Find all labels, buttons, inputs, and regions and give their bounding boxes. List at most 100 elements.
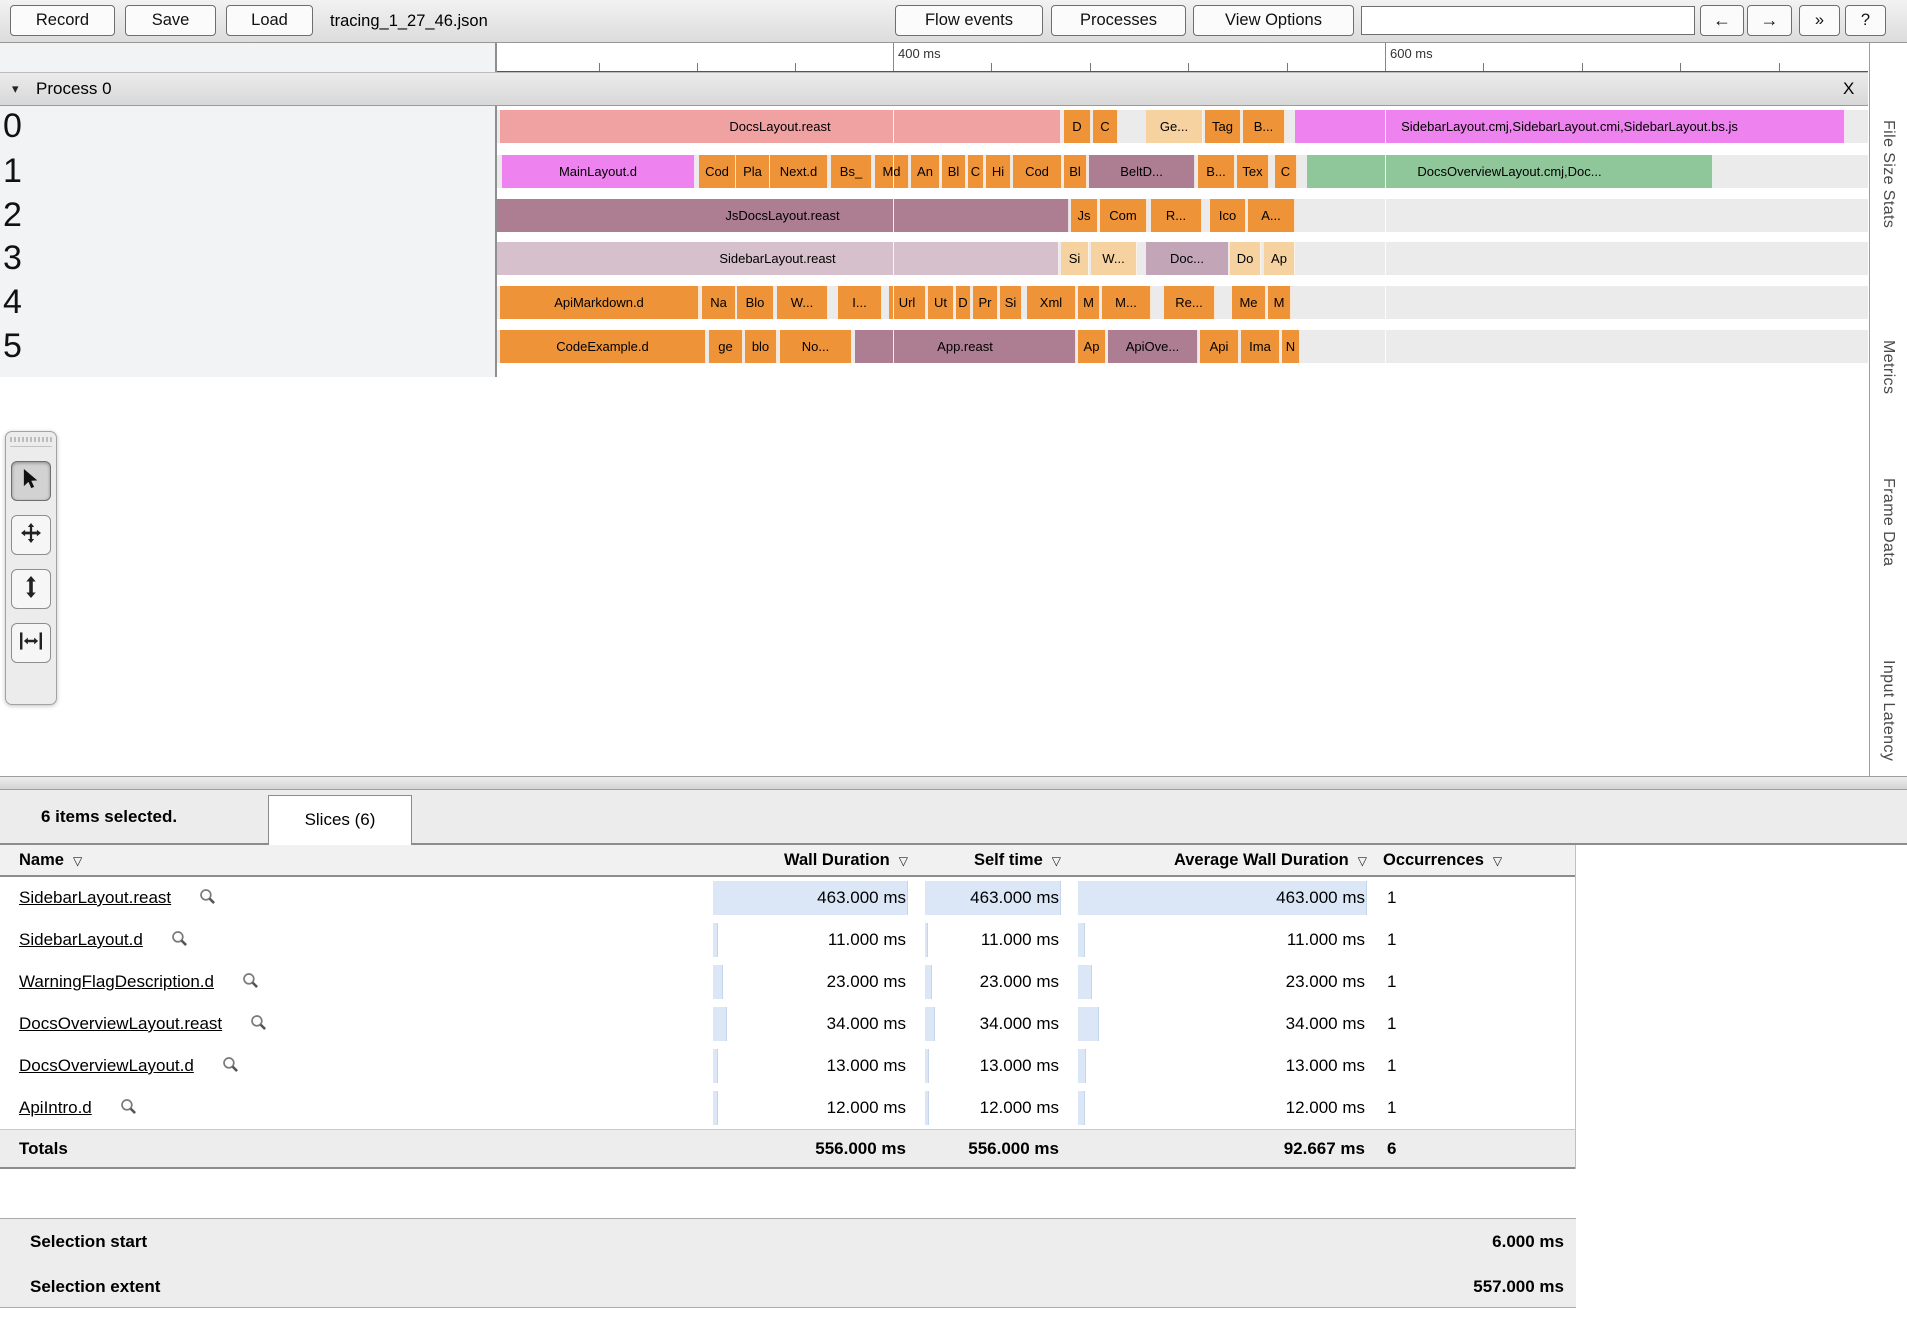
sort-icon[interactable]: ▽ bbox=[1358, 854, 1367, 868]
trace-slice[interactable]: Ima bbox=[1241, 330, 1280, 363]
sidebar-tab-metrics[interactable]: Metrics bbox=[1879, 340, 1897, 394]
trace-slice[interactable]: Xml bbox=[1027, 286, 1076, 319]
zoom-tool-button[interactable] bbox=[11, 569, 51, 609]
load-button[interactable]: Load bbox=[226, 5, 313, 36]
trace-slice[interactable]: B... bbox=[1198, 155, 1235, 188]
trace-slice[interactable]: D bbox=[1064, 110, 1091, 143]
timing-tool-button[interactable] bbox=[11, 623, 51, 663]
trace-slice[interactable]: Md bbox=[875, 155, 909, 188]
trace-slice[interactable]: Na bbox=[702, 286, 736, 319]
trace-slice[interactable]: Do bbox=[1230, 242, 1261, 275]
trace-slice[interactable]: C bbox=[968, 155, 984, 188]
find-next-button[interactable]: → bbox=[1747, 5, 1792, 36]
slice-name-link[interactable]: DocsOverviewLayout.d bbox=[19, 1056, 194, 1075]
magnifier-icon[interactable] bbox=[171, 921, 188, 963]
trace-slice[interactable]: I... bbox=[838, 286, 882, 319]
slice-name-link[interactable]: ApiIntro.d bbox=[19, 1098, 92, 1117]
trace-slice[interactable]: ge bbox=[709, 330, 743, 363]
trace-slice[interactable]: Blo bbox=[737, 286, 774, 319]
trace-slice[interactable]: Me bbox=[1232, 286, 1266, 319]
column-header-wall-duration[interactable]: Wall Duration ▽ bbox=[713, 845, 908, 876]
flow-events-button[interactable]: Flow events bbox=[895, 5, 1043, 36]
trace-slice[interactable]: W... bbox=[1091, 242, 1137, 275]
record-button[interactable]: Record bbox=[10, 5, 115, 36]
selection-tool-button[interactable] bbox=[11, 461, 51, 501]
trace-slice[interactable]: Re... bbox=[1164, 286, 1215, 319]
close-process-button[interactable]: X bbox=[1843, 73, 1854, 105]
trace-slice[interactable]: Bl bbox=[942, 155, 966, 188]
column-header-average-wall-duration[interactable]: Average Wall Duration ▽ bbox=[1078, 845, 1367, 876]
magnifier-icon[interactable] bbox=[250, 1005, 267, 1047]
trace-slice[interactable]: DocsOverviewLayout.cmj,Doc... bbox=[1307, 155, 1713, 188]
panel-splitter[interactable] bbox=[0, 776, 1907, 790]
sidebar-tab-file-size-stats[interactable]: File Size Stats bbox=[1879, 120, 1897, 228]
magnifier-icon[interactable] bbox=[242, 963, 259, 1005]
trace-slice[interactable]: Si bbox=[1061, 242, 1089, 275]
trace-slice[interactable]: Api bbox=[1200, 330, 1239, 363]
sort-icon[interactable]: ▽ bbox=[1493, 854, 1502, 868]
search-input[interactable] bbox=[1361, 6, 1695, 35]
slice-name-link[interactable]: SidebarLayout.d bbox=[19, 930, 143, 949]
trace-slice[interactable]: Url bbox=[889, 286, 926, 319]
trace-slice[interactable]: Bs_ bbox=[831, 155, 872, 188]
trace-slice[interactable]: An bbox=[911, 155, 940, 188]
trace-slice[interactable]: Tag bbox=[1205, 110, 1241, 143]
magnifier-icon[interactable] bbox=[199, 879, 216, 921]
trace-slice[interactable]: blo bbox=[745, 330, 777, 363]
trace-slice[interactable]: Ge... bbox=[1146, 110, 1203, 143]
sidebar-tab-input-latency[interactable]: Input Latency bbox=[1879, 660, 1897, 761]
trace-slice[interactable]: W... bbox=[777, 286, 828, 319]
magnifier-icon[interactable] bbox=[222, 1047, 239, 1089]
trace-slice[interactable]: A... bbox=[1248, 199, 1295, 232]
trace-slice[interactable]: Pla bbox=[736, 155, 770, 188]
trace-slice[interactable]: MainLayout.d bbox=[502, 155, 695, 188]
trace-slice[interactable]: SidebarLayout.cmj,SidebarLayout.cmi,Side… bbox=[1295, 110, 1845, 143]
trace-slice[interactable]: DocsLayout.reast bbox=[500, 110, 1061, 143]
tab-slices[interactable]: Slices (6) bbox=[268, 795, 412, 845]
save-button[interactable]: Save bbox=[125, 5, 216, 36]
trace-slice[interactable]: No... bbox=[780, 330, 852, 363]
trace-slice[interactable]: C bbox=[1093, 110, 1118, 143]
collapse-icon[interactable]: ▾ bbox=[12, 73, 19, 105]
trace-slice[interactable]: Js bbox=[1071, 199, 1098, 232]
trace-slice[interactable]: M bbox=[1078, 286, 1100, 319]
trace-slice[interactable]: SidebarLayout.reast bbox=[497, 242, 1059, 275]
trace-slice[interactable]: B... bbox=[1243, 110, 1285, 143]
pan-tool-button[interactable] bbox=[11, 515, 51, 555]
trace-slice[interactable]: App.reast bbox=[855, 330, 1076, 363]
trace-slice[interactable]: N bbox=[1282, 330, 1300, 363]
trace-slice[interactable]: Hi bbox=[986, 155, 1011, 188]
trace-slice[interactable]: Ap bbox=[1078, 330, 1106, 363]
slice-name-link[interactable]: DocsOverviewLayout.reast bbox=[19, 1014, 222, 1033]
sidebar-tab-frame-data[interactable]: Frame Data bbox=[1879, 478, 1897, 566]
slice-name-link[interactable]: WarningFlagDescription.d bbox=[19, 972, 214, 991]
magnifier-icon[interactable] bbox=[120, 1089, 137, 1131]
palette-drag-handle[interactable] bbox=[10, 435, 52, 447]
sort-icon[interactable]: ▽ bbox=[1052, 854, 1061, 868]
trace-slice[interactable]: Next.d bbox=[770, 155, 828, 188]
slice-name-link[interactable]: SidebarLayout.reast bbox=[19, 888, 171, 907]
trace-slice[interactable]: C bbox=[1275, 155, 1297, 188]
trace-slice[interactable]: Cod bbox=[699, 155, 736, 188]
trace-slice[interactable]: R... bbox=[1151, 199, 1202, 232]
trace-slice[interactable]: JsDocsLayout.reast bbox=[497, 199, 1069, 232]
trace-slice[interactable]: Cod bbox=[1013, 155, 1062, 188]
sort-icon[interactable]: ▽ bbox=[73, 854, 82, 868]
trace-slice[interactable]: Ut bbox=[928, 286, 954, 319]
trace-slice[interactable]: CodeExample.d bbox=[500, 330, 706, 363]
trace-slice[interactable]: D bbox=[956, 286, 971, 319]
processes-button[interactable]: Processes bbox=[1051, 5, 1186, 36]
trace-slice[interactable]: Pr bbox=[973, 286, 998, 319]
trace-slice[interactable]: Doc... bbox=[1146, 242, 1229, 275]
trace-slice[interactable]: Bl bbox=[1064, 155, 1087, 188]
trace-slice[interactable]: Ico bbox=[1210, 199, 1246, 232]
help-button[interactable]: ? bbox=[1845, 5, 1886, 36]
column-header-occurrences[interactable]: Occurrences ▽ bbox=[1383, 845, 1502, 876]
column-header-name[interactable]: Name ▽ bbox=[19, 845, 82, 876]
trace-slice[interactable]: ApiOve... bbox=[1108, 330, 1198, 363]
find-previous-button[interactable]: ← bbox=[1700, 5, 1744, 36]
view-options-button[interactable]: View Options bbox=[1193, 5, 1354, 36]
sort-icon[interactable]: ▽ bbox=[899, 854, 908, 868]
column-header-self-time[interactable]: Self time ▽ bbox=[925, 845, 1061, 876]
trace-slice[interactable]: Com bbox=[1100, 199, 1147, 232]
